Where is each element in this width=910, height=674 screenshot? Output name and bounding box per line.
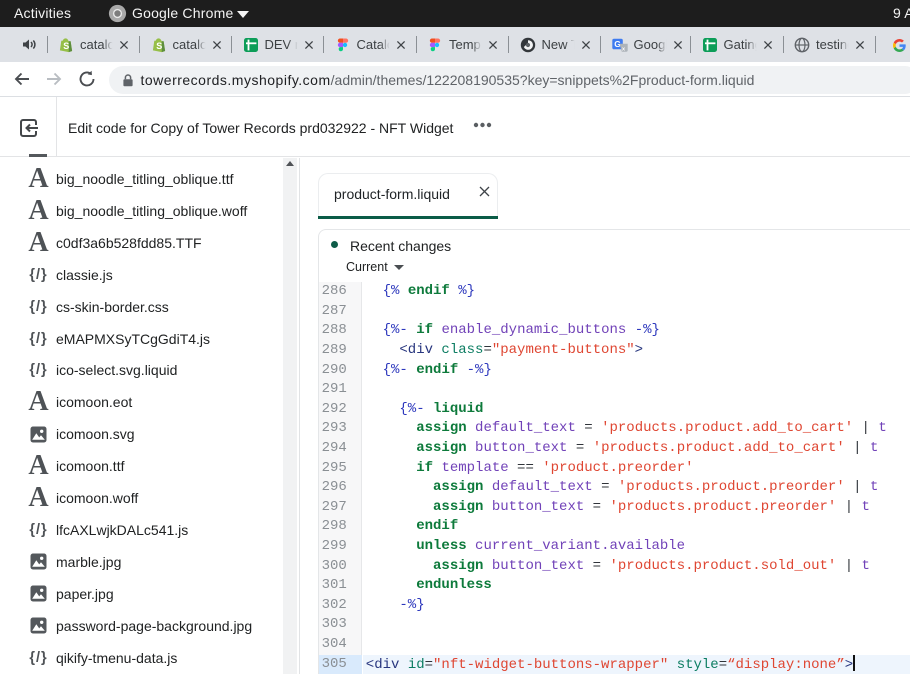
svg-text:S: S [156,41,162,51]
svg-text:S: S [63,41,69,51]
